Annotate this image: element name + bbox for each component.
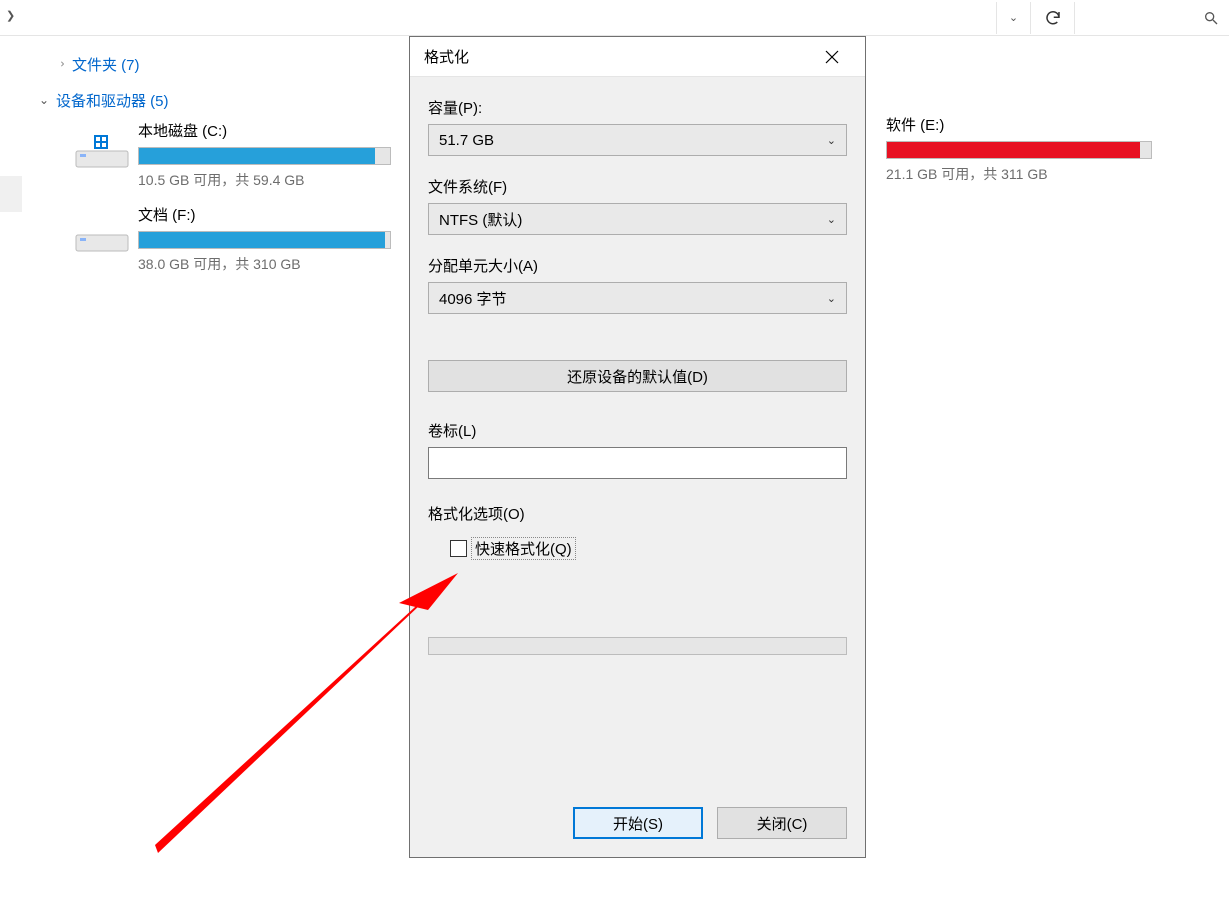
address-bar-fragment: ❯ ⌄ <box>0 0 1229 36</box>
refresh-icon <box>1044 9 1062 27</box>
breadcrumb-chevron-icon[interactable]: ❯ <box>6 9 15 22</box>
chevron-down-icon: ⌄ <box>1009 11 1018 24</box>
volume-label-label: 卷标(L) <box>428 420 847 441</box>
quick-format-checkbox[interactable] <box>450 540 467 557</box>
chevron-down-icon: ⌄ <box>827 134 836 147</box>
filesystem-label: 文件系统(F) <box>428 176 847 197</box>
start-button[interactable]: 开始(S) <box>573 807 703 839</box>
format-dialog: 格式化 容量(P): 51.7 GB ⌄ 文件系统(F) NTFS (默认) ⌄… <box>409 36 866 858</box>
nav-pane-edge <box>0 176 22 212</box>
drive-e-title: 软件 (E:) <box>886 114 1168 135</box>
drive-e-subtext: 21.1 GB 可用，共 311 GB <box>886 164 1168 184</box>
quick-format-label: 快速格式化(Q) <box>472 538 575 559</box>
close-icon <box>825 50 839 64</box>
search-box[interactable] <box>1074 2 1229 34</box>
drive-e-usage-bar <box>886 141 1152 159</box>
dialog-footer: 开始(S) 关闭(C) <box>428 787 847 839</box>
restore-defaults-label: 还原设备的默认值(D) <box>567 366 708 387</box>
dialog-titlebar[interactable]: 格式化 <box>410 37 865 77</box>
drive-item-e[interactable]: 软件 (E:) 21.1 GB 可用，共 311 GB <box>886 112 1168 184</box>
drive-c-usage-fill <box>139 148 375 164</box>
group-folders-label: 文件夹 (7) <box>72 54 140 75</box>
dialog-body: 容量(P): 51.7 GB ⌄ 文件系统(F) NTFS (默认) ⌄ 分配单… <box>410 77 865 857</box>
volume-label-input[interactable] <box>428 447 847 479</box>
drive-c-title: 本地磁盘 (C:) <box>138 120 398 141</box>
start-button-label: 开始(S) <box>613 813 663 834</box>
chevron-down-icon: ⌄ <box>827 213 836 226</box>
drive-c-subtext: 10.5 GB 可用，共 59.4 GB <box>138 170 398 190</box>
drive-f-title: 文档 (F:) <box>138 204 398 225</box>
refresh-button[interactable] <box>1030 2 1074 34</box>
format-progress-bar <box>428 637 847 655</box>
address-dropdown-button[interactable]: ⌄ <box>996 2 1030 34</box>
chevron-right-icon: ⌄ <box>53 56 67 72</box>
allocation-select[interactable]: 4096 字节 ⌄ <box>428 282 847 314</box>
close-button[interactable] <box>809 41 855 73</box>
group-devices-label: 设备和驱动器 (5) <box>56 90 169 111</box>
quick-format-row[interactable]: 快速格式化(Q) <box>450 538 847 559</box>
drive-f-usage-fill <box>139 232 385 248</box>
chevron-down-icon: ⌄ <box>36 93 52 107</box>
filesystem-select[interactable]: NTFS (默认) ⌄ <box>428 203 847 235</box>
chevron-down-icon: ⌄ <box>827 292 836 305</box>
capacity-label: 容量(P): <box>428 97 847 118</box>
filesystem-value: NTFS (默认) <box>439 209 522 230</box>
restore-defaults-button[interactable]: 还原设备的默认值(D) <box>428 360 847 392</box>
dialog-title: 格式化 <box>424 46 469 67</box>
drive-c-icon <box>60 118 144 184</box>
search-icon <box>1203 10 1219 26</box>
allocation-value: 4096 字节 <box>439 288 507 309</box>
allocation-label: 分配单元大小(A) <box>428 255 847 276</box>
drive-c-usage-bar <box>138 147 391 165</box>
format-options-group: 格式化选项(O) 快速格式化(Q) <box>428 503 847 559</box>
close-dialog-button[interactable]: 关闭(C) <box>717 807 847 839</box>
drive-e-usage-fill <box>887 142 1140 158</box>
drive-f-icon <box>60 202 144 268</box>
format-options-legend: 格式化选项(O) <box>428 503 847 524</box>
capacity-select[interactable]: 51.7 GB ⌄ <box>428 124 847 156</box>
drive-f-subtext: 38.0 GB 可用，共 310 GB <box>138 254 398 274</box>
drive-f-usage-bar <box>138 231 391 249</box>
capacity-value: 51.7 GB <box>439 132 494 149</box>
close-dialog-label: 关闭(C) <box>757 813 808 834</box>
